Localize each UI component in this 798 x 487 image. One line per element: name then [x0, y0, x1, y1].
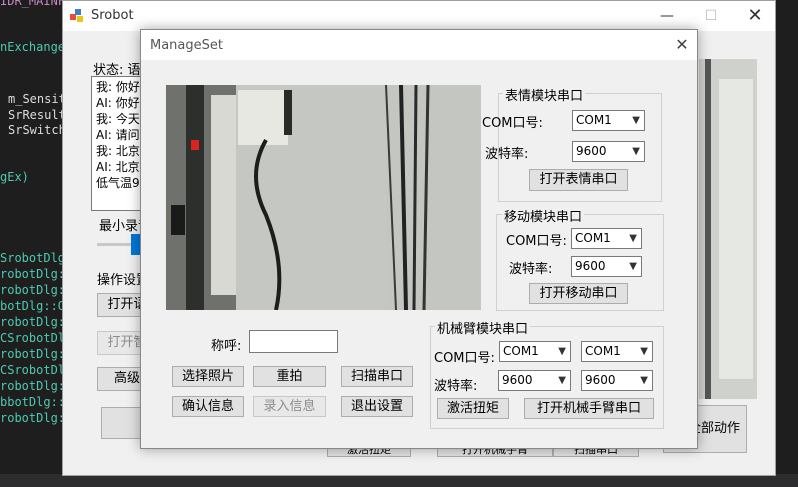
maximize-button[interactable]: ☐: [689, 1, 733, 31]
arm-com-value-2: COM1: [585, 344, 621, 358]
expression-baud-value: 9600: [576, 144, 607, 158]
code-line: CSrobotDl: [0, 363, 66, 377]
activate-torque-button[interactable]: 激活扭矩: [437, 398, 509, 419]
chevron-down-icon: ▼: [629, 233, 637, 244]
arm-baud-value-2: 9600: [585, 373, 616, 387]
srobot-titlebar: Srobot — ☐ ✕: [63, 1, 775, 31]
confirm-info-button[interactable]: 确认信息: [172, 396, 244, 417]
chevron-down-icon: ▼: [640, 375, 648, 386]
arm-com-value-1: COM1: [503, 344, 539, 358]
photo-image: [166, 85, 481, 310]
movement-com-select[interactable]: COM1 ▼: [571, 228, 642, 249]
scan-ports-button[interactable]: 扫描串口: [341, 366, 413, 387]
minimize-button[interactable]: —: [645, 1, 689, 31]
open-movement-port-button[interactable]: 打开移动串口: [529, 283, 628, 304]
arm-com-select-2[interactable]: COM1 ▼: [581, 341, 653, 362]
expression-com-select[interactable]: COM1 ▼: [572, 110, 645, 131]
chevron-down-icon: ▼: [558, 375, 566, 386]
expression-group-title: 表情模块串口: [503, 85, 586, 104]
dialog-close-icon[interactable]: ✕: [671, 34, 693, 56]
chevron-down-icon: ▼: [640, 346, 648, 357]
record-info-button[interactable]: 录入信息: [253, 396, 326, 417]
camera-preview: [699, 59, 757, 399]
movement-baud-select[interactable]: 9600 ▼: [571, 256, 642, 277]
movement-baud-value: 9600: [575, 259, 606, 273]
movement-com-label: COM口号:: [506, 234, 567, 249]
movement-com-value: COM1: [575, 231, 611, 245]
arm-group-title: 机械臂模块串口: [435, 318, 531, 337]
expression-com-label: COM口号:: [482, 116, 543, 131]
expression-baud-label: 波特率:: [485, 147, 529, 162]
movement-group-title: 移动模块串口: [502, 206, 585, 225]
select-photo-button[interactable]: 选择照片: [172, 366, 244, 387]
movement-baud-label: 波特率:: [509, 262, 553, 277]
expression-com-value: COM1: [576, 113, 612, 127]
code-line: nExchange: [0, 40, 66, 54]
expression-baud-select[interactable]: 9600 ▼: [572, 141, 645, 162]
dialog-title: ManageSet: [150, 38, 223, 53]
chevron-down-icon: ▼: [558, 346, 566, 357]
captured-photo: [166, 85, 481, 310]
nickname-label: 称呼:: [211, 339, 242, 354]
open-arm-port-button[interactable]: 打开机械手臂串口: [524, 398, 654, 419]
code-line: gEx): [0, 170, 29, 184]
open-expression-port-button[interactable]: 打开表情串口: [529, 169, 628, 191]
app-icon: [70, 9, 83, 22]
retake-button[interactable]: 重拍: [253, 366, 326, 387]
chevron-down-icon: ▼: [629, 261, 637, 272]
close-button[interactable]: ✕: [733, 1, 777, 31]
arm-baud-label: 波特率:: [434, 379, 478, 394]
dialog-titlebar: ManageSet ✕: [141, 30, 697, 60]
arm-baud-select-2[interactable]: 9600 ▼: [581, 370, 653, 391]
arm-baud-select-1[interactable]: 9600 ▼: [498, 370, 571, 391]
arm-com-label: COM口号:: [434, 351, 495, 366]
code-line: SrResult: [8, 108, 66, 122]
chevron-down-icon: ▼: [632, 115, 640, 126]
exit-settings-button[interactable]: 退出设置: [341, 396, 413, 417]
srobot-title: Srobot: [91, 8, 134, 23]
arm-com-select-1[interactable]: COM1 ▼: [499, 341, 571, 362]
arm-baud-value-1: 9600: [502, 373, 533, 387]
code-line: SrSwitch: [8, 123, 66, 137]
code-line: m_Sensit: [8, 92, 66, 106]
nickname-input[interactable]: [249, 330, 338, 353]
chevron-down-icon: ▼: [632, 146, 640, 157]
manageset-dialog: ManageSet ✕ 称呼: 选择照片 重拍 扫描串口 确认信息 录入信息 退…: [140, 29, 698, 449]
